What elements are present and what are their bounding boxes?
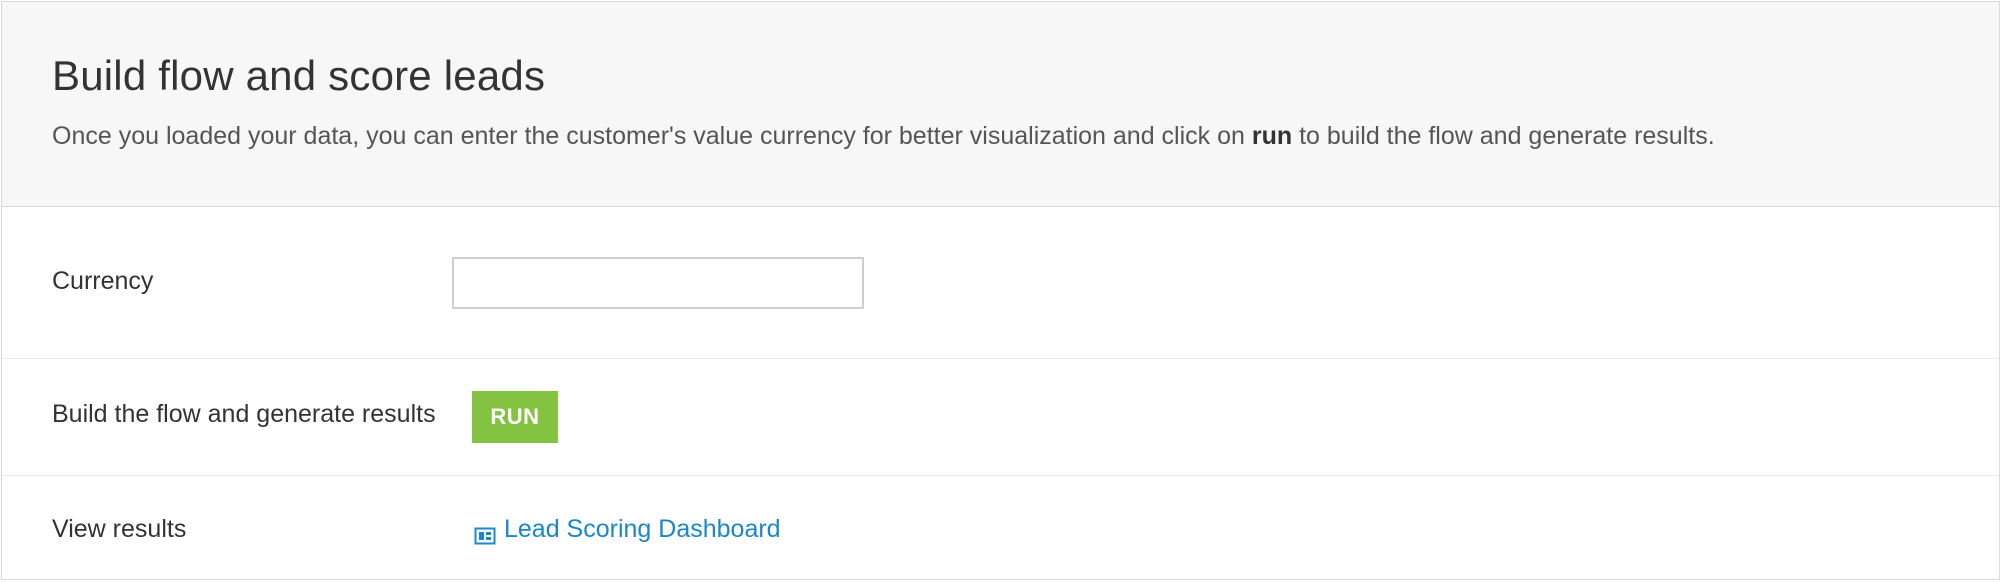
run-label: Build the flow and generate results <box>52 400 436 428</box>
run-row: Build the flow and generate results RUN <box>2 359 1999 476</box>
results-label: View results <box>52 515 187 543</box>
currency-input[interactable] <box>452 257 864 309</box>
dashboard-icon <box>474 520 496 545</box>
dashboard-link-label: Lead Scoring Dashboard <box>504 515 781 543</box>
panel-description: Once you loaded your data, you can enter… <box>52 116 1999 156</box>
panel-title: Build flow and score leads <box>52 52 546 99</box>
results-row: View results Lead Scoring Dashboard <box>2 476 1999 579</box>
currency-label: Currency <box>52 267 154 295</box>
description-text-end: to build the flow and generate results. <box>1292 122 1715 150</box>
panel-header: Build flow and score leads Once you load… <box>2 2 1999 207</box>
description-run-keyword: run <box>1251 122 1293 150</box>
description-text-start: Once you loaded your data, you can enter… <box>52 122 1252 150</box>
run-button[interactable]: RUN <box>472 391 558 443</box>
dashboard-link[interactable]: Lead Scoring Dashboard <box>474 512 781 546</box>
lead-scoring-panel: Build flow and score leads Once you load… <box>1 1 2000 580</box>
currency-row: Currency <box>2 207 1999 359</box>
